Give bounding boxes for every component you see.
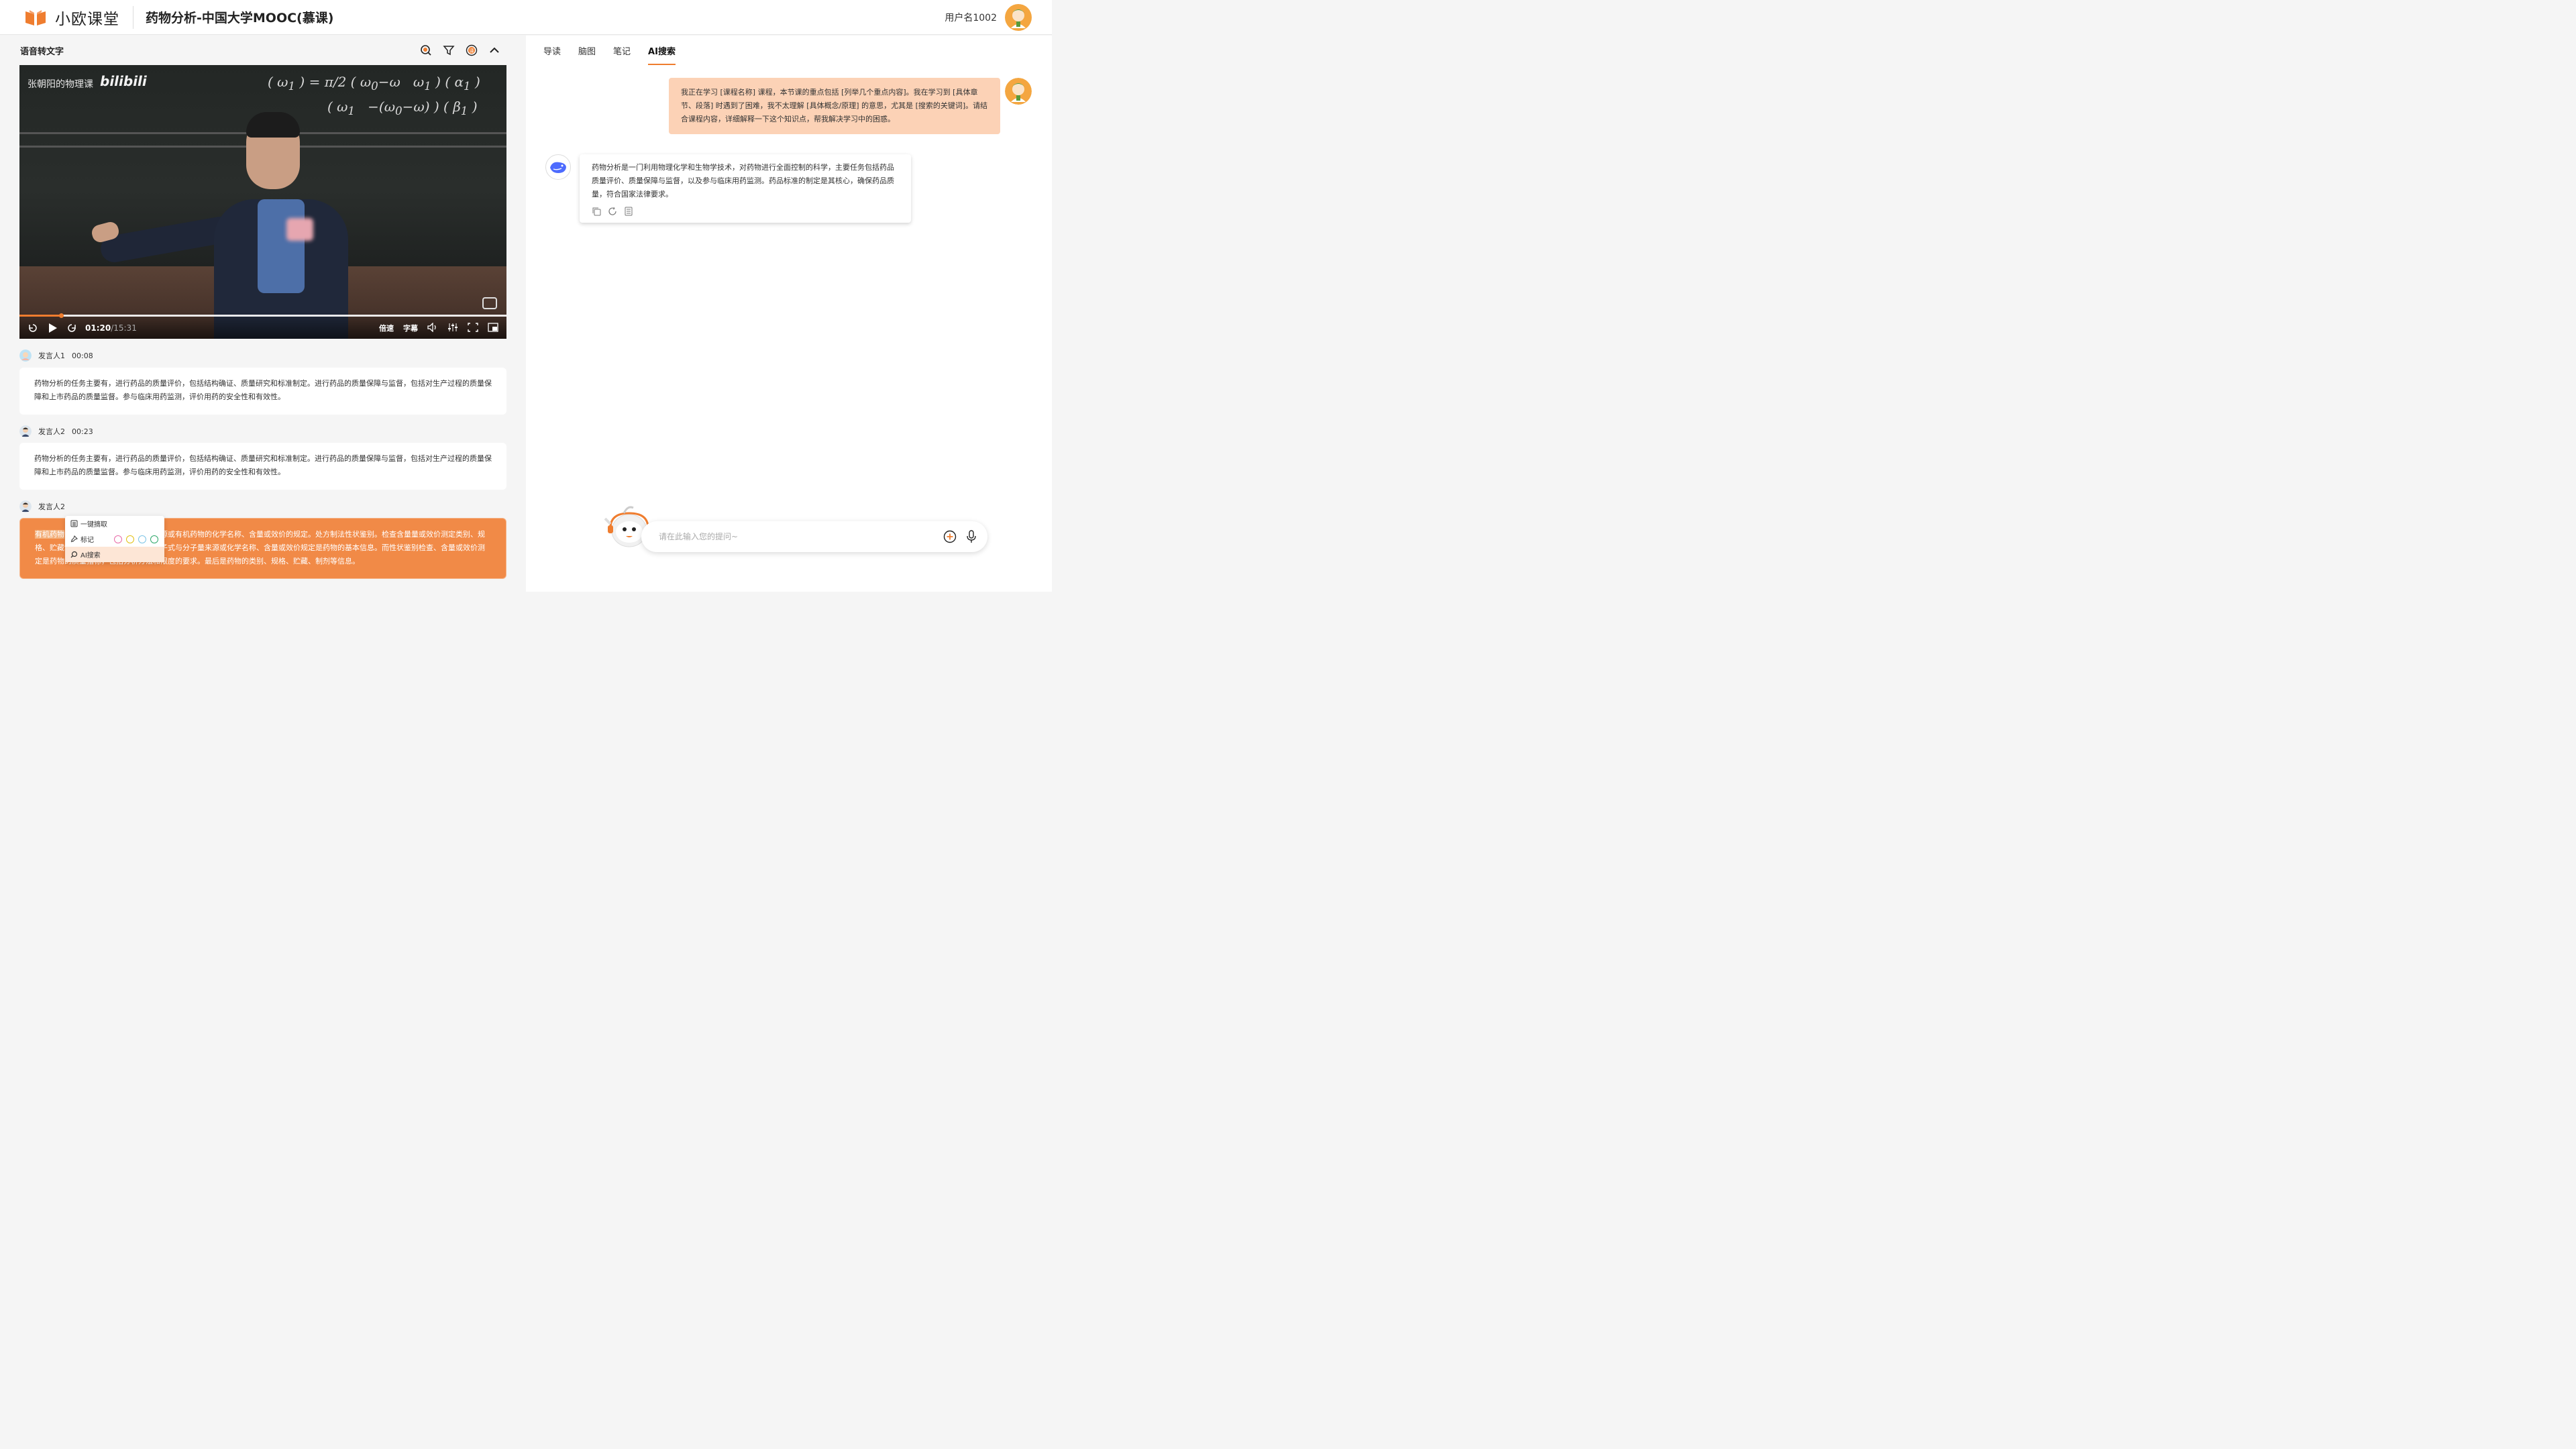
star-mark-icon[interactable] [114,535,122,543]
settings-icon[interactable] [447,323,458,334]
brand-watermark: bilibili [100,73,147,89]
progress-bar[interactable] [19,313,506,318]
translate-icon[interactable]: 译 [466,44,478,56]
speaker-name: 发言人1 [38,352,65,360]
transcript-card[interactable]: 药物分析的任务主要有，进行药品的质量评价，包括结构确证、质量研究和标准制定。进行… [19,443,506,490]
document-icon [70,520,78,527]
user-avatar[interactable] [1005,3,1032,31]
course-title: 药物分析-中国大学MOOC(慕课) [146,11,334,25]
tab-ai-search[interactable]: AI搜索 [648,36,676,65]
speaker-time[interactable]: 00:08 [72,352,93,360]
speaker-row: 发言人1 00:08 [19,350,93,362]
transcript-card[interactable]: 药物分析的任务主要有，进行药品的质量评价，包括结构确证、质量研究和标准制定。进行… [19,368,506,415]
speaker-name: 发言人2 [38,502,65,511]
chalk-formula: ( ω1 ) = π/2 ( ω0−ω ω1 ) ( α1 ) ( ω1 −(ω… [268,74,480,117]
current-time: 01:20 [85,323,111,333]
transcript-panel: 语音转文字 译 ( ω1 ) = π/2 ( ω0−ω ω1 ) ( α1 ) … [0,36,526,592]
user-area[interactable]: 用户名1002 [945,3,1032,31]
subtitle-button[interactable]: 字幕 [403,323,418,333]
refresh-icon[interactable] [608,207,617,216]
blurred-badge [286,218,313,241]
microphone-icon[interactable] [966,530,977,543]
input-actions [943,530,977,543]
search-icon [70,551,78,558]
progress-fill [19,315,62,317]
speaker-name: 发言人2 [38,427,65,436]
tab-bar: 导读 脑图 笔记 AI搜索 [543,36,676,65]
lecturer-shirt [258,199,305,293]
dots-mark-icon[interactable] [138,535,146,543]
play-icon[interactable] [46,322,58,334]
fullscreen-web-icon[interactable] [468,322,478,334]
svg-text:译: 译 [470,48,474,54]
book-logo-icon [25,9,46,25]
menu-item-mark[interactable]: 标记 [65,531,164,547]
forward-icon[interactable] [66,323,77,333]
ai-message-text: 药物分析是一门利用物理化学和生物学技术，对药物进行全面控制的科学，主要任务包括药… [592,163,894,199]
whale-logo-icon [550,162,566,173]
selected-text[interactable]: 有机药物 [35,530,64,539]
transcript-text: 药物分析的任务主要有，进行药品的质量评价，包括结构确证、质量研究和标准制定。进行… [34,454,492,476]
question-input[interactable] [659,532,943,541]
total-time: /15:31 [111,323,137,333]
add-icon[interactable] [943,530,957,543]
speaker-row: 发言人2 [19,500,65,513]
speaker-avatar [19,350,32,362]
rewind-icon[interactable] [28,323,38,333]
player-controls-right: 倍速 字幕 [379,321,498,334]
speaker-row: 发言人2 00:23 [19,425,93,437]
notes-icon[interactable] [624,207,633,216]
logo[interactable]: 小欧课堂 [24,6,119,29]
tv-icon[interactable] [482,297,497,309]
search-icon[interactable] [420,44,432,56]
mark-options [114,535,158,543]
pin-icon [70,535,78,543]
time-display: 01:20 /15:31 [85,323,137,333]
speaker-avatar [19,500,32,513]
collapse-icon[interactable] [488,44,500,56]
tab-mindmap[interactable]: 脑图 [578,36,596,65]
tab-notes[interactable]: 笔记 [613,36,631,65]
user-message-bubble: 我正在学习 [课程名称] 课程，本节课的重点包括 [列举几个重点内容]。我在学习… [669,78,1000,134]
speed-button[interactable]: 倍速 [379,323,394,333]
volume-icon[interactable] [427,321,438,334]
menu-item-extract[interactable]: 一键摘取 [65,516,164,531]
menu-item-label: 一键摘取 [80,521,107,529]
ai-message-actions [592,207,899,216]
selection-context-menu: 一键摘取 标记 AI搜索 [65,516,164,562]
speaker-time[interactable]: 00:23 [72,427,93,436]
user-message-text: 我正在学习 [课程名称] 课程，本节课的重点包括 [列举几个重点内容]。我在学习… [681,88,988,123]
fullscreen-icon[interactable] [488,322,498,334]
question-input-box [641,521,987,552]
ai-message-bubble: 药物分析是一门利用物理化学和生物学技术，对药物进行全面控制的科学，主要任务包括药… [580,154,911,223]
menu-item-ai-search[interactable]: AI搜索 [65,547,164,562]
panel-header: 语音转文字 译 [0,36,526,65]
menu-item-label: 标记 [80,537,94,544]
copy-icon[interactable] [592,207,601,216]
assistant-panel: 导读 脑图 笔记 AI搜索 我正在学习 [课程名称] 课程，本节课的重点包括 [… [526,36,1052,592]
transcript-text: 药物分析的任务主要有，进行药品的质量评价，包括结构确证、质量研究和标准制定。进行… [34,379,492,401]
ai-avatar [545,154,571,180]
username: 用户名1002 [945,12,997,23]
logo-text: 小欧课堂 [55,10,119,28]
question-mark-icon[interactable] [126,535,134,543]
filter-icon[interactable] [443,44,455,56]
tab-guide[interactable]: 导读 [543,36,561,65]
panel-toolbar: 译 [420,44,500,56]
speaker-avatar [19,425,32,437]
lecturer-hair [246,112,300,138]
player-controls: 01:20 /15:31 倍速 字幕 [19,320,506,336]
app-header: 小欧课堂 药物分析-中国大学MOOC(慕课) 用户名1002 [0,0,1052,35]
user-avatar [1005,78,1032,105]
panel-title: 语音转文字 [20,46,64,57]
menu-item-label: AI搜索 [80,552,101,559]
channel-watermark: 张朝阳的物理课 [28,79,93,90]
check-mark-icon[interactable] [150,535,158,543]
video-player[interactable]: ( ω1 ) = π/2 ( ω0−ω ω1 ) ( α1 ) ( ω1 −(ω… [19,65,506,339]
